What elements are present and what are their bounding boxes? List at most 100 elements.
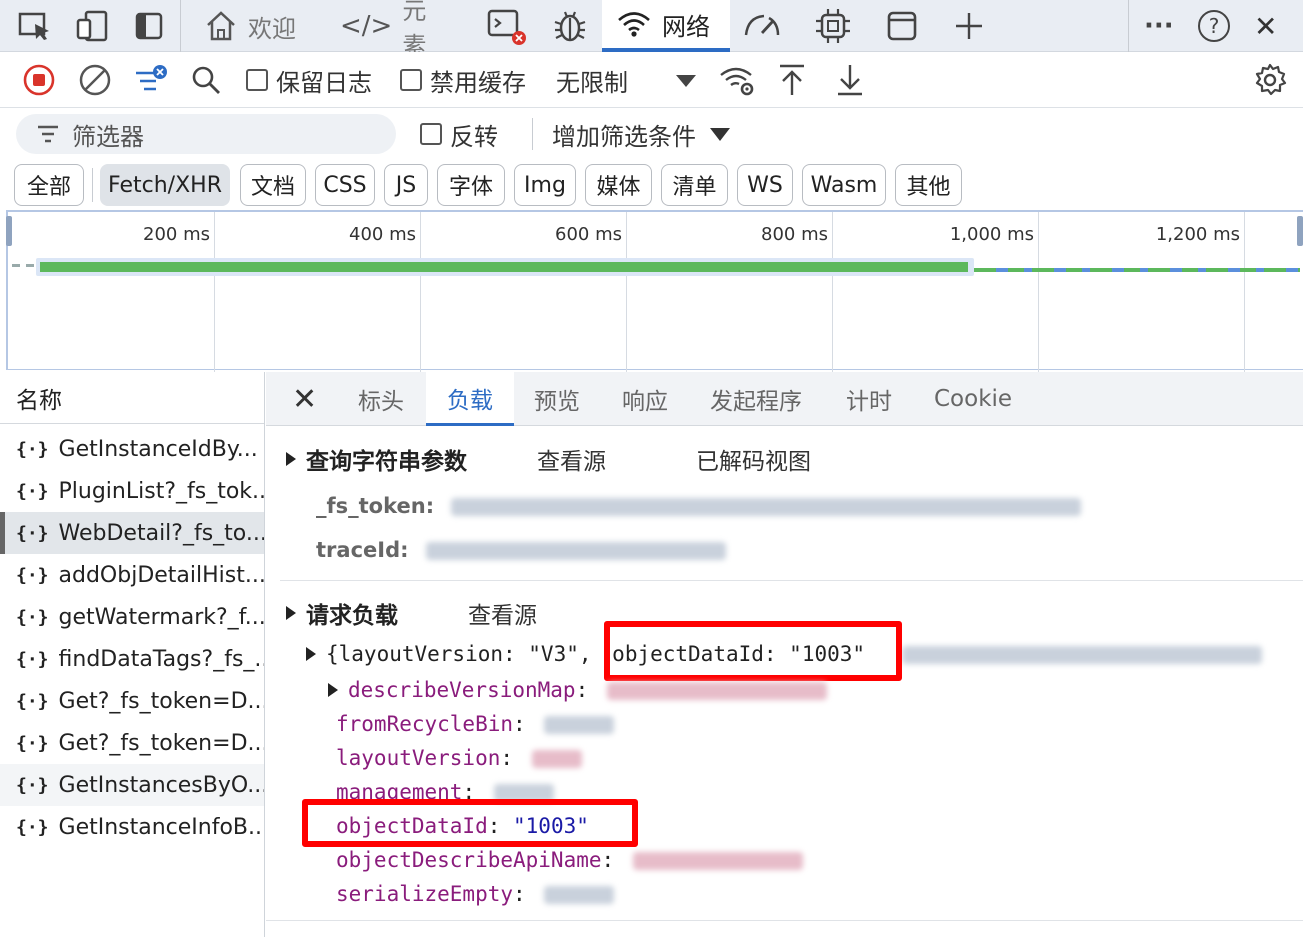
payload-field-row[interactable]: describeVersionMap: bbox=[328, 678, 827, 702]
view-source-link[interactable]: 查看源 bbox=[537, 442, 606, 476]
detail-tabs: ✕ 标头 负载 预览 响应 发起程序 计时 Cookie bbox=[266, 372, 1303, 426]
close-icon: ✕ bbox=[1254, 9, 1278, 43]
preserve-log-checkbox[interactable]: 保留日志 bbox=[246, 52, 372, 108]
export-har-button[interactable] bbox=[834, 52, 866, 108]
network-conditions-button[interactable] bbox=[718, 52, 758, 108]
tab-initiator[interactable]: 发起程序 bbox=[710, 372, 802, 426]
chip-media[interactable]: 媒体 bbox=[585, 164, 652, 206]
inspect-element-button[interactable] bbox=[18, 0, 58, 52]
throttling-select[interactable]: 无限制 bbox=[556, 52, 696, 108]
network-overview-timeline[interactable]: 200 ms 400 ms 600 ms 800 ms 1,000 ms 1,2… bbox=[6, 210, 1303, 372]
chip-label: WS bbox=[747, 172, 783, 198]
chip-img[interactable]: Img bbox=[514, 164, 576, 206]
xhr-braces-icon: {·} bbox=[16, 816, 49, 838]
tab-cookies[interactable]: Cookie bbox=[934, 372, 1012, 426]
view-decoded-link[interactable]: 已解码视图 bbox=[696, 442, 811, 476]
payload-field-row: fromRecycleBin: bbox=[336, 712, 615, 736]
tab-elements[interactable]: </> 元素 bbox=[340, 0, 450, 60]
filter-toggle-button[interactable] bbox=[134, 52, 170, 108]
record-button[interactable] bbox=[22, 52, 56, 108]
request-row[interactable]: {·} GetInstancesByO... bbox=[0, 764, 264, 806]
chip-document[interactable]: 文档 bbox=[240, 164, 306, 206]
disable-cache-checkbox[interactable]: 禁用缓存 bbox=[400, 52, 526, 108]
invert-checkbox[interactable]: 反转 bbox=[420, 108, 498, 160]
request-row[interactable]: {·} Get?_fs_token=D... bbox=[0, 680, 264, 722]
tab-payload[interactable]: 负载 bbox=[426, 372, 514, 426]
request-row[interactable]: {·} findDataTags?_fs_... bbox=[0, 638, 264, 680]
device-emulation-button[interactable] bbox=[76, 0, 116, 52]
clear-button[interactable] bbox=[78, 52, 112, 108]
devtools-tab-bar: 欢迎 </> 元素 网络 ··· ? ✕ bbox=[0, 0, 1303, 60]
payload-section-header[interactable]: 请求负载 查看源 bbox=[286, 596, 537, 630]
tab-memory[interactable] bbox=[814, 0, 858, 52]
invert-label: 反转 bbox=[450, 122, 498, 151]
search-button[interactable] bbox=[190, 52, 222, 108]
tab-network-label: 网络 bbox=[662, 12, 710, 41]
request-name: Get?_fs_token=D... bbox=[58, 730, 264, 756]
tab-response[interactable]: 响应 bbox=[622, 372, 668, 426]
section-divider bbox=[280, 580, 1303, 581]
tab-headers[interactable]: 标头 bbox=[358, 372, 404, 426]
timeline-left-handle[interactable] bbox=[6, 216, 12, 246]
chip-css[interactable]: CSS bbox=[315, 164, 375, 206]
tab-sources[interactable] bbox=[552, 0, 596, 52]
tab-network[interactable]: 网络 bbox=[602, 0, 730, 52]
more-filters-dropdown[interactable]: 增加筛选条件 bbox=[552, 108, 730, 160]
redacted-value bbox=[544, 716, 615, 734]
sidebar-toggle-icon bbox=[135, 12, 163, 40]
preserve-log-box[interactable] bbox=[246, 69, 268, 91]
close-detail-button[interactable]: ✕ bbox=[292, 372, 317, 426]
tab-label: 发起程序 bbox=[710, 389, 802, 415]
request-row[interactable]: {·} addObjDetailHist... bbox=[0, 554, 264, 596]
more-filters-label: 增加筛选条件 bbox=[552, 122, 696, 151]
payload-field-row: layoutVersion: bbox=[336, 746, 582, 770]
redacted-value bbox=[425, 542, 726, 560]
waterfall-bar-main bbox=[40, 262, 968, 272]
chip-all[interactable]: 全部 bbox=[14, 164, 84, 206]
chip-other[interactable]: 其他 bbox=[895, 164, 962, 206]
more-options-button[interactable]: ··· bbox=[1144, 0, 1178, 52]
timeline-tick-label: 600 ms bbox=[555, 224, 622, 245]
chip-label: 全部 bbox=[26, 175, 71, 200]
query-params-section-header[interactable]: 查询字符串参数 查看源 已解码视图 bbox=[286, 442, 811, 476]
help-button[interactable]: ? bbox=[1198, 0, 1234, 52]
disable-cache-box[interactable] bbox=[400, 69, 422, 91]
tab-preview[interactable]: 预览 bbox=[534, 372, 580, 426]
timeline-right-handle[interactable] bbox=[1297, 216, 1303, 246]
request-row[interactable]: {·} GetInstanceIdBy... bbox=[0, 428, 264, 470]
chip-js[interactable]: JS bbox=[384, 164, 428, 206]
add-tool-button[interactable] bbox=[954, 0, 988, 52]
tab-application[interactable] bbox=[886, 0, 922, 52]
tab-welcome[interactable]: 欢迎 bbox=[204, 0, 314, 52]
chip-wasm[interactable]: Wasm bbox=[802, 164, 886, 206]
view-source-link[interactable]: 查看源 bbox=[468, 596, 537, 630]
wifi-icon bbox=[618, 12, 650, 37]
chip-fetch-xhr[interactable]: Fetch/XHR bbox=[100, 164, 230, 206]
request-row[interactable]: {·} PluginList?_fs_tok... bbox=[0, 470, 264, 512]
tab-timing[interactable]: 计时 bbox=[846, 372, 892, 426]
tab-separator bbox=[180, 0, 181, 52]
query-param-key: _fs_token: bbox=[316, 494, 435, 518]
filter-input[interactable]: 筛选器 bbox=[16, 114, 396, 154]
request-row[interactable]: {·} Get?_fs_token=D... bbox=[0, 722, 264, 764]
tab-label: 标头 bbox=[358, 389, 404, 415]
download-icon bbox=[838, 65, 862, 96]
name-column-header[interactable]: 名称 bbox=[0, 372, 264, 424]
close-devtools-button[interactable]: ✕ bbox=[1254, 0, 1288, 52]
chip-ws[interactable]: WS bbox=[737, 164, 793, 206]
import-har-button[interactable] bbox=[776, 52, 808, 108]
sidebar-toggle-button[interactable] bbox=[134, 0, 174, 52]
request-row-selected[interactable]: {·} WebDetail?_fs_to... bbox=[0, 512, 264, 554]
chip-manifest[interactable]: 清单 bbox=[661, 164, 728, 206]
clear-icon bbox=[79, 64, 111, 96]
tab-console[interactable] bbox=[486, 0, 530, 52]
request-row[interactable]: {·} GetInstanceInfoB... bbox=[0, 806, 264, 848]
invert-box[interactable] bbox=[420, 123, 442, 145]
tab-performance[interactable] bbox=[742, 0, 786, 52]
network-toolbar: 保留日志 禁用缓存 无限制 bbox=[0, 52, 1303, 108]
request-row[interactable]: {·} getWatermark?_f... bbox=[0, 596, 264, 638]
chip-font[interactable]: 字体 bbox=[437, 164, 505, 206]
redacted-value bbox=[901, 646, 1262, 664]
network-settings-button[interactable] bbox=[1252, 52, 1288, 108]
request-name: GetInstanceIdBy... bbox=[58, 436, 258, 462]
